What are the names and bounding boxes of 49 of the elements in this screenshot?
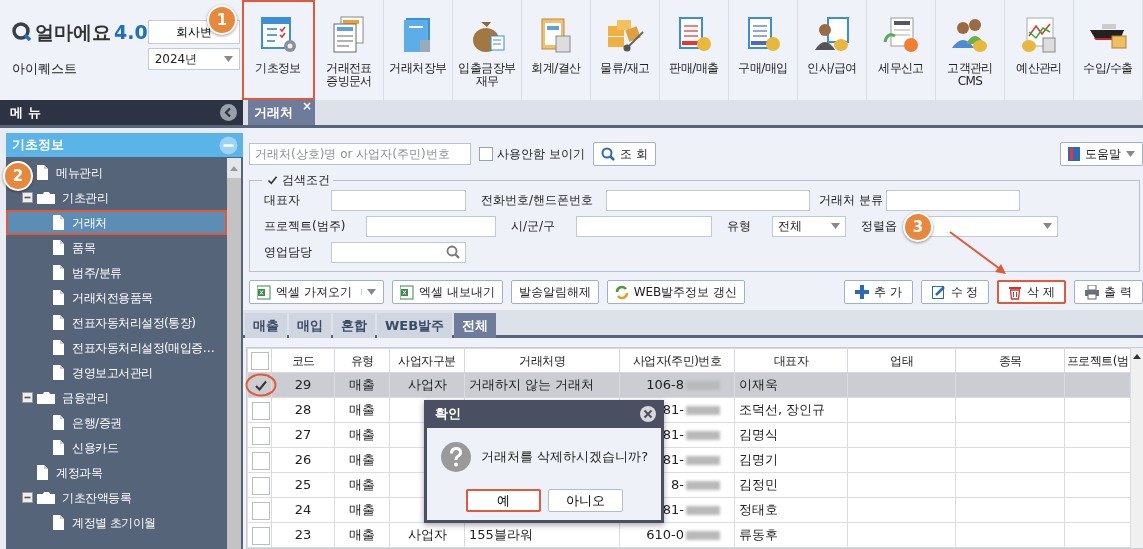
table-cell: 매출	[334, 472, 390, 498]
column-header: 사업자(주민)번호	[619, 348, 735, 373]
table-cell: 26	[271, 447, 335, 473]
column-header: 프로젝트(범	[1064, 348, 1131, 373]
field-label: 대표자	[264, 192, 300, 209]
table-cell: 매출	[334, 497, 390, 523]
table-cell: 25	[271, 472, 335, 498]
checkbox-label: 사용안함 보이기	[497, 146, 585, 163]
menu-title: 메 뉴	[10, 103, 41, 122]
field-label: 전화번호/핸드폰번호	[481, 192, 594, 209]
table-cell: 김명식	[734, 422, 848, 448]
field-label: 프로젝트(범주)	[264, 218, 346, 235]
section-title: 기초정보	[12, 136, 64, 155]
table-cell: 김명기	[734, 447, 848, 473]
field-label: 유형	[727, 218, 751, 235]
field-label: 시/군/구	[511, 218, 556, 235]
column-header: 업태	[847, 348, 956, 373]
table-cell: 매출	[334, 447, 390, 473]
year-value: 2024년	[154, 51, 198, 68]
column-header: 대표자	[734, 348, 848, 373]
table-cell: 매출	[334, 522, 390, 548]
select-value: 전체	[778, 218, 802, 235]
column-header: 종목	[955, 348, 1065, 373]
logo-text: 얼마에요	[35, 20, 111, 45]
table-cell: 매출	[334, 422, 390, 448]
logo-version: 4.0	[114, 20, 148, 45]
step-tooltip: 3	[903, 212, 933, 242]
table-cell: 정태호	[734, 497, 848, 523]
table-cell: 거래하지 않는 거래처	[464, 372, 620, 398]
column-header: 거래처명	[464, 348, 620, 373]
table-cell: 106-8	[619, 372, 735, 398]
table-cell: 28	[271, 397, 335, 423]
table-cell: 류동후	[734, 522, 848, 548]
field-label: 거래처 분류	[819, 192, 883, 209]
company-name: 아이퀘스트	[12, 59, 78, 78]
field-label: 영업담당	[264, 244, 312, 261]
table-cell: 23	[271, 522, 335, 548]
table-cell: 매출	[334, 397, 390, 423]
column-header: 유형	[334, 348, 390, 373]
column-header: 사업자구분	[389, 348, 465, 373]
table-cell: 24	[271, 497, 335, 523]
table-cell: 김정민	[734, 472, 848, 498]
field-label: 정렬옵	[861, 218, 897, 235]
column-header: 코드	[271, 348, 335, 373]
table-cell: 27	[271, 422, 335, 448]
table-cell: 이재욱	[734, 372, 848, 398]
dialog-title: 확인	[435, 405, 461, 424]
legend-label: 검색조건	[282, 173, 330, 187]
table-cell: 조덕선, 장인규	[734, 397, 848, 423]
